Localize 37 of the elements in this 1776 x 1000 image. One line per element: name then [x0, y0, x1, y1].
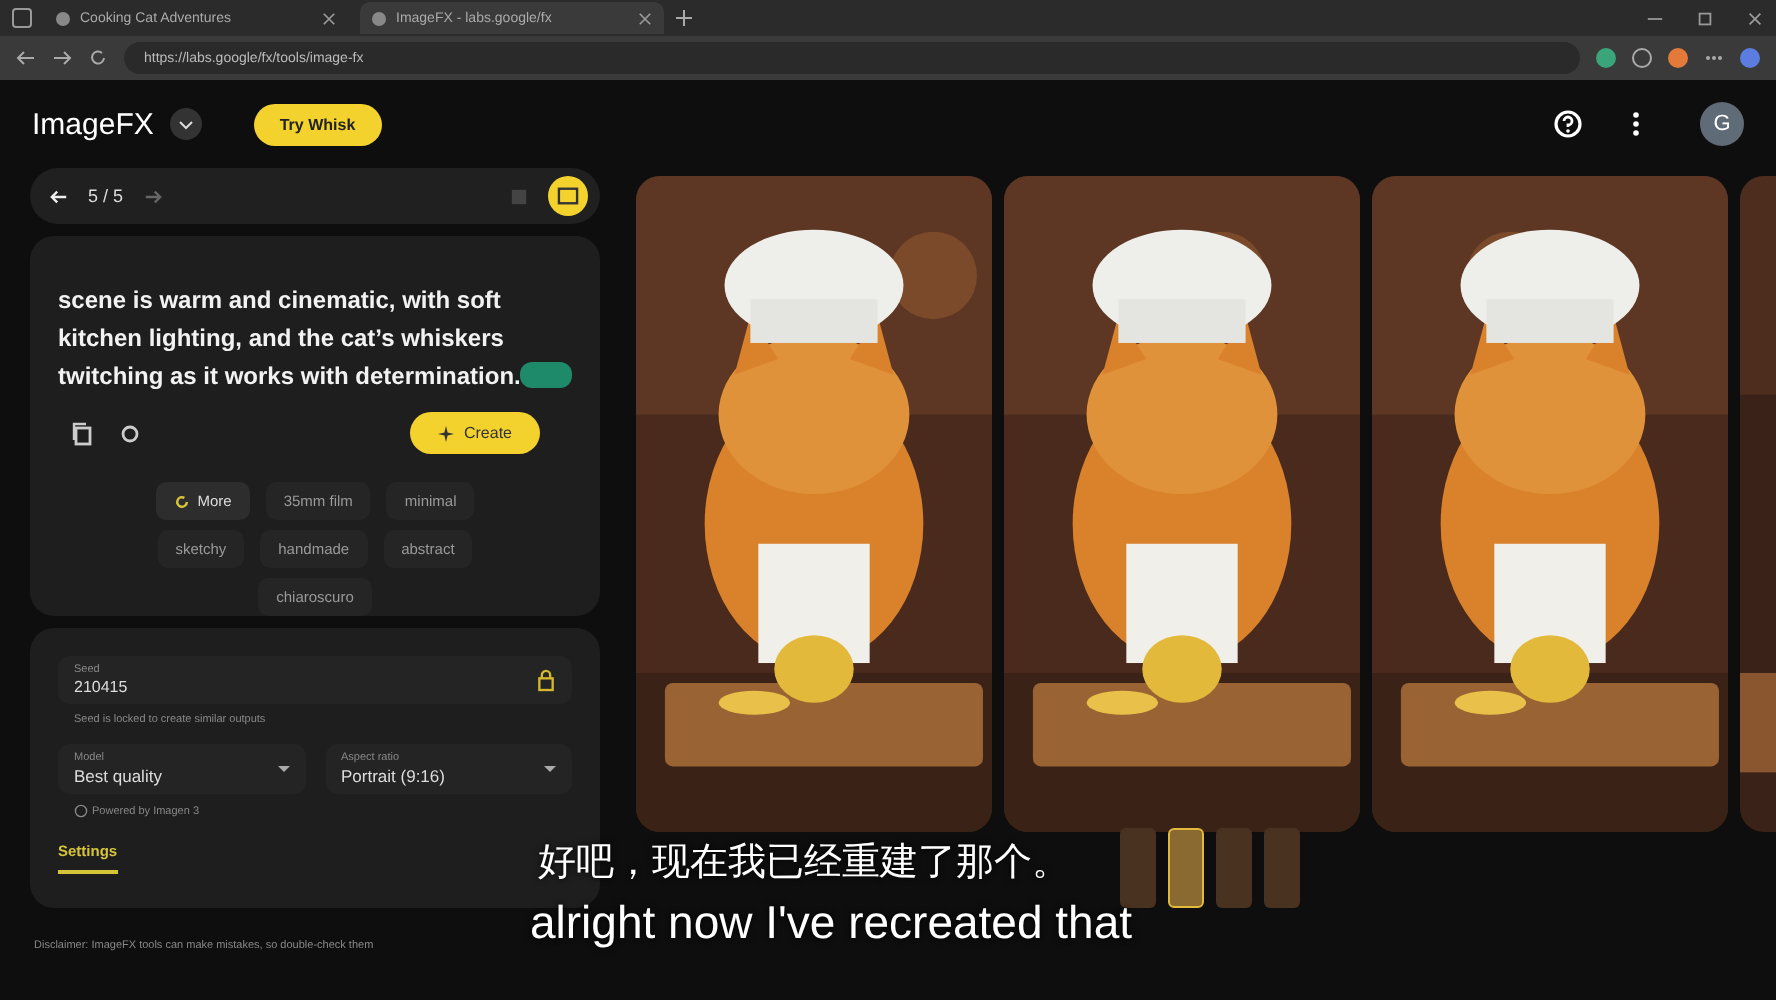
prompt-text[interactable]: scene is warm and cinematic, with soft kitchen lighting, and the cat’s whiskers twitching as it works with determination.	[58, 282, 540, 396]
image-view-icon[interactable]	[548, 176, 588, 216]
thumbnail[interactable]	[1264, 828, 1300, 908]
user-avatar[interactable]: G	[1700, 102, 1744, 146]
help-icon[interactable]	[1552, 108, 1584, 140]
caret-icon	[277, 766, 289, 772]
subtitle-text: 好吧，现在我已经重建了那个。	[538, 840, 1070, 888]
favicon-icon	[372, 11, 386, 25]
favicon-icon	[56, 11, 70, 25]
info-icon	[74, 804, 88, 818]
forward-icon[interactable]	[52, 48, 72, 68]
history-counter: 5 / 5	[88, 186, 124, 206]
dropdown-icon[interactable]	[169, 108, 202, 140]
thumbnail[interactable]	[1216, 828, 1252, 908]
lock-icon[interactable]	[536, 668, 556, 692]
close-icon[interactable]	[638, 11, 652, 25]
subtitle-text: alright now I've recreated that	[530, 896, 1132, 950]
forward-icon[interactable]	[143, 187, 162, 205]
sparkle-icon	[437, 425, 454, 441]
maximize-icon[interactable]	[1696, 9, 1714, 27]
app-logo: ImageFX	[32, 107, 154, 141]
caret-icon	[544, 766, 556, 772]
new-tab-icon[interactable]	[676, 10, 692, 26]
thumbnail[interactable]	[1168, 828, 1204, 908]
create-button[interactable]: Create	[409, 412, 540, 454]
refresh-icon	[173, 493, 190, 509]
copy-icon[interactable]	[70, 421, 94, 445]
reset-icon[interactable]	[118, 421, 142, 445]
window-icon[interactable]	[12, 8, 32, 28]
reload-icon[interactable]	[88, 48, 108, 68]
close-icon[interactable]	[322, 11, 336, 25]
copilot-icon[interactable]	[1740, 48, 1760, 68]
close-icon[interactable]	[1746, 9, 1764, 27]
try-whisk-button[interactable]: Try Whisk	[253, 103, 382, 145]
thumbnail[interactable]	[1120, 828, 1156, 908]
profile-avatar[interactable]	[1668, 48, 1688, 68]
grammarly-icon[interactable]	[520, 362, 572, 388]
